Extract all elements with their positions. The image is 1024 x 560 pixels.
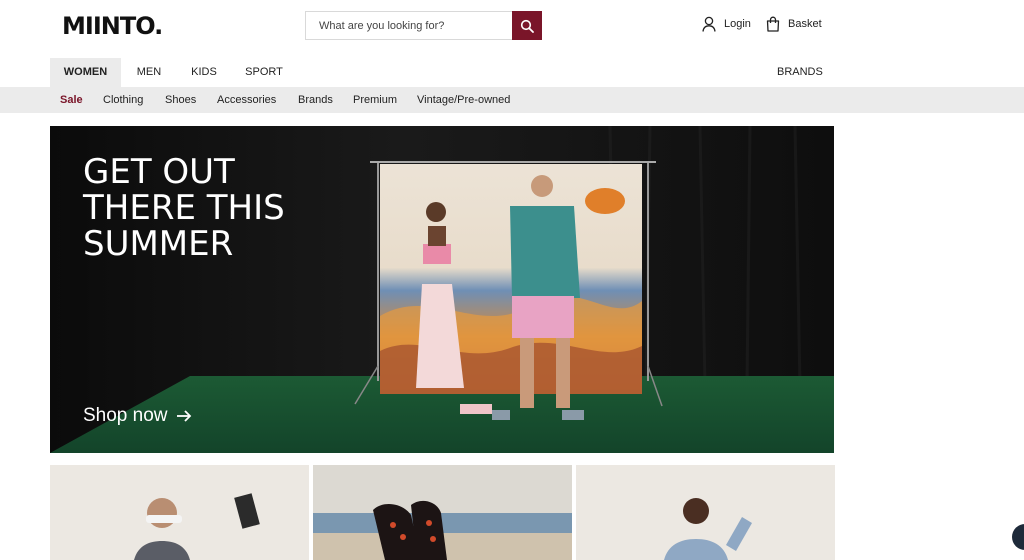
card-image <box>50 465 309 560</box>
category-card[interactable] <box>313 465 572 560</box>
tab-women[interactable]: WOMEN <box>50 58 121 87</box>
subnav-vintage-preowned[interactable]: Vintage/Pre-owned <box>417 87 510 113</box>
miinto-logo[interactable]: MIINTO. <box>62 12 163 40</box>
shop-now-link[interactable]: Shop now <box>83 405 192 427</box>
arrow-right-icon <box>176 410 191 422</box>
category-card[interactable] <box>50 465 309 560</box>
main-nav: WOMEN MEN KIDS SPORT BRANDS <box>0 58 1024 87</box>
site-header: MIINTO. Login Basket <box>0 0 1024 52</box>
hero-banner[interactable]: GET OUT THERE THIS SUMMER Shop now <box>50 126 834 453</box>
tab-kids[interactable]: KIDS <box>187 58 221 87</box>
basket-label: Basket <box>788 18 822 30</box>
search-input[interactable] <box>306 12 512 39</box>
subnav-accessories[interactable]: Accessories <box>217 87 276 113</box>
brands-link[interactable]: BRANDS <box>777 58 823 87</box>
hero-title-line: GET OUT <box>83 152 235 192</box>
login-label: Login <box>724 18 751 30</box>
subnav-shoes[interactable]: Shoes <box>165 87 196 113</box>
subnav-brands[interactable]: Brands <box>298 87 333 113</box>
tab-men[interactable]: MEN <box>131 58 167 87</box>
search-button[interactable] <box>512 11 542 40</box>
hero-title-line: THERE THIS <box>83 188 285 228</box>
category-card[interactable] <box>576 465 835 560</box>
hero-title-line: SUMMER <box>83 224 234 264</box>
chat-widget-button[interactable] <box>1012 524 1024 550</box>
card-image <box>313 465 572 560</box>
sub-nav: Sale Clothing Shoes Accessories Brands P… <box>0 87 1024 113</box>
shop-now-label: Shop now <box>83 405 168 426</box>
tab-sport[interactable]: SPORT <box>243 58 285 87</box>
subnav-clothing[interactable]: Clothing <box>103 87 143 113</box>
search-icon <box>520 19 534 33</box>
subnav-sale[interactable]: Sale <box>60 87 83 113</box>
subnav-premium[interactable]: Premium <box>353 87 397 113</box>
basket-link[interactable]: Basket <box>766 16 822 32</box>
hero-title: GET OUT THERE THIS SUMMER <box>83 154 383 262</box>
card-image <box>576 465 835 560</box>
bag-icon <box>766 16 780 32</box>
search-bar <box>305 11 542 40</box>
user-icon <box>702 16 716 32</box>
login-link[interactable]: Login <box>702 16 751 32</box>
